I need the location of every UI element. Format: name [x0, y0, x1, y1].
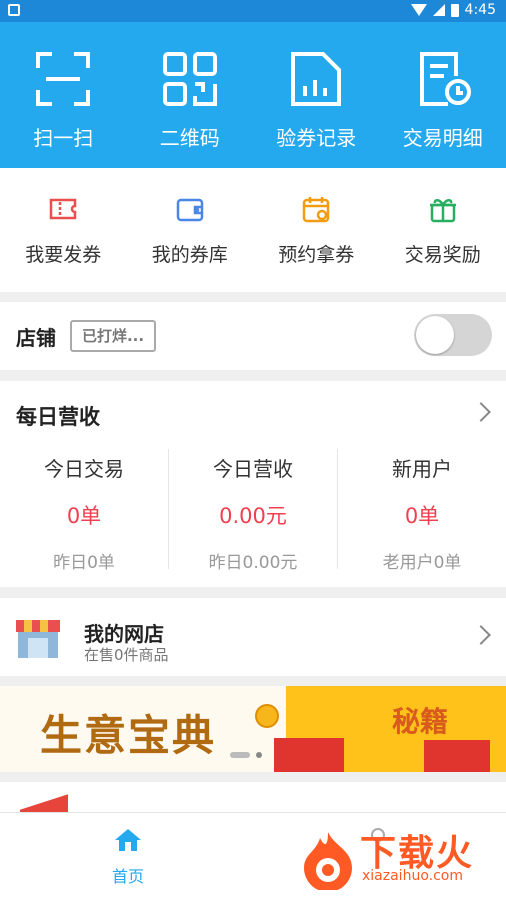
gift-box-graphic — [424, 740, 490, 772]
reserve-coupon-button[interactable]: 预约拿券 — [253, 168, 380, 292]
transaction-reward-button[interactable]: 交易奖励 — [380, 168, 506, 292]
reserve-coupon-label: 预约拿券 — [278, 240, 354, 267]
shop-title: 店铺 — [16, 322, 56, 351]
qrcode-icon — [161, 50, 219, 108]
stat-value: 0单 — [338, 500, 506, 530]
banner-pager — [230, 752, 262, 758]
tab-home[interactable]: 首页 — [96, 827, 160, 887]
wifi-icon — [411, 4, 427, 16]
coupon-record-button[interactable]: 验券记录 — [253, 22, 380, 168]
coupon-library-button[interactable]: 我的券库 — [127, 168, 254, 292]
home-icon — [113, 827, 143, 853]
stat-today-transactions: 今日交易 0单 昨日0单 — [0, 449, 168, 569]
stat-sub: 老用户0单 — [338, 548, 506, 573]
scan-icon — [34, 50, 92, 108]
coupon-record-label: 验券记录 — [276, 122, 356, 151]
stat-value: 0.00元 — [169, 500, 337, 530]
transaction-reward-label: 交易奖励 — [405, 240, 481, 267]
coupon-icon — [48, 194, 78, 224]
qrcode-button[interactable]: 二维码 — [127, 22, 254, 168]
chevron-right-icon — [471, 402, 491, 422]
banner-badge: 秘籍 — [392, 700, 448, 740]
clock: 4:45 — [465, 2, 496, 18]
notification-icon — [8, 4, 20, 16]
tab-home-label: 首页 — [96, 863, 160, 887]
stat-heading: 今日营收 — [169, 453, 337, 482]
gift-icon — [428, 194, 458, 224]
scan-button[interactable]: 扫一扫 — [0, 22, 127, 168]
stat-sub: 昨日0单 — [0, 548, 168, 573]
toggle-knob — [416, 316, 454, 354]
battery-icon — [451, 4, 459, 17]
banner-title: 生意宝典 — [40, 702, 216, 763]
status-icons: 4:45 — [411, 2, 496, 18]
transaction-detail-label: 交易明细 — [403, 122, 483, 151]
chevron-right-icon — [471, 625, 491, 645]
status-bar: 4:45 — [0, 0, 506, 22]
pager-dot — [256, 752, 262, 758]
promo-banner[interactable]: 生意宝典 秘籍 — [0, 686, 506, 772]
coin-icon — [255, 704, 279, 728]
watermark-domain: xiazaihuo.com — [362, 868, 463, 884]
store-subtitle: 在售0件商品 — [84, 644, 169, 665]
qrcode-label: 二维码 — [160, 122, 220, 151]
quick-actions: 我要发券 我的券库 预约拿券 交易奖励 — [0, 168, 506, 292]
coupon-library-label: 我的券库 — [152, 240, 228, 267]
pager-dot-active — [230, 752, 250, 758]
transaction-detail-icon — [414, 50, 472, 108]
stat-heading: 新用户 — [338, 453, 506, 482]
calendar-icon — [301, 194, 331, 224]
stat-heading: 今日交易 — [0, 453, 168, 482]
hero-actions: 扫一扫 二维码 验券记录 交易明细 — [0, 22, 506, 168]
signal-icon — [433, 4, 445, 16]
stat-new-users: 新用户 0单 老用户0单 — [337, 449, 506, 569]
wallet-icon — [175, 194, 205, 224]
stat-today-revenue: 今日营收 0.00元 昨日0.00元 — [168, 449, 337, 569]
daily-stats: 今日交易 0单 昨日0单 今日营收 0.00元 昨日0.00元 新用户 0单 老… — [0, 449, 506, 569]
scan-label: 扫一扫 — [33, 122, 93, 151]
shop-status-row: 店铺 已打烊... — [0, 302, 506, 370]
issue-coupon-label: 我要发券 — [25, 240, 101, 267]
my-store-row[interactable]: 我的网店 在售0件商品 — [0, 598, 506, 676]
flame-logo-icon — [300, 830, 356, 890]
storefront-icon — [14, 612, 62, 660]
transaction-detail-button[interactable]: 交易明细 — [380, 22, 506, 168]
shop-open-toggle[interactable] — [414, 314, 492, 356]
shop-status-badge: 已打烊... — [70, 320, 156, 352]
daily-revenue-title: 每日营收 — [16, 401, 100, 431]
gift-box-graphic — [274, 738, 344, 772]
store-name: 我的网店 — [84, 618, 164, 647]
watermark-logo: 下载火 xiazaihuo.com — [300, 822, 500, 896]
stat-value: 0单 — [0, 500, 168, 530]
issue-coupon-button[interactable]: 我要发券 — [0, 168, 127, 292]
stat-sub: 昨日0.00元 — [169, 548, 337, 573]
coupon-record-icon — [287, 50, 345, 108]
daily-revenue-card[interactable]: 每日营收 今日交易 0单 昨日0单 今日营收 0.00元 昨日0.00元 新用户… — [0, 381, 506, 587]
